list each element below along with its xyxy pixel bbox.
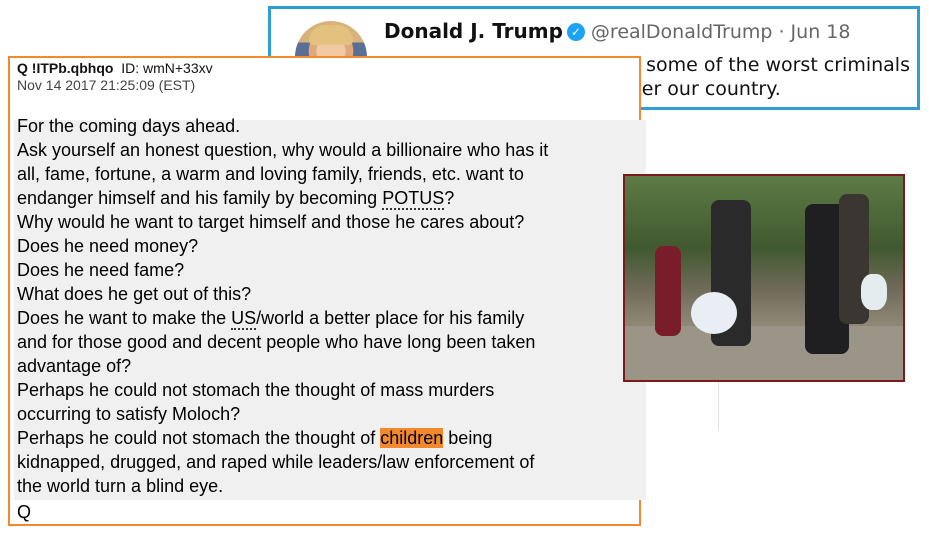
q-post-line: kidnapped, drugged, and raped while lead… [17, 452, 535, 472]
tweet-handle: @realDonaldTrump · Jun 18 [590, 21, 851, 43]
q-post-line: Why would he want to target himself and … [17, 212, 525, 232]
dotted-link: POTUS [382, 188, 445, 210]
q-post-line: Perhaps he could not stomach the thought… [17, 380, 495, 400]
highlighted-word: children [380, 428, 444, 448]
q-post-line: Does he need fame? [17, 260, 185, 280]
q-post-date: Nov 14 2017 21:25:09 (EST) [17, 77, 196, 93]
verified-badge-icon: ✓ [566, 23, 585, 41]
q-post-line: Does he want to make the US/world a bett… [17, 308, 525, 330]
q-post-line: all, fame, fortune, a warm and loving fa… [17, 164, 524, 184]
dotted-link: US [231, 308, 257, 330]
q-post-header: Q !ITPb.qbhqo ID: wmN+33xv Nov 14 2017 2… [17, 60, 213, 94]
divider [718, 382, 719, 430]
q-post-line: What does he get out of this? [17, 284, 252, 304]
q-post-text: For the coming days ahead. Ask yourself a… [17, 114, 643, 498]
q-post-line: Does he need money? [17, 236, 199, 256]
q-post-line: For the coming days ahead. [17, 116, 241, 136]
q-post-line: occurring to satisfy Moloch? [17, 404, 241, 424]
q-post-line: endanger himself and his family by becom… [17, 188, 455, 210]
q-post-id: ID: wmN+33xv [121, 60, 213, 76]
q-post-line: Ask yourself an honest question, why wou… [17, 140, 549, 160]
q-post-signature: Q [17, 502, 32, 522]
q-post-name: Q !ITPb.qbhqo [17, 60, 114, 76]
q-post-line: Perhaps he could not stomach the thought… [17, 428, 493, 448]
q-post-line: advantage of? [17, 356, 132, 376]
q-post-line: the world turn a blind eye. [17, 476, 224, 496]
children-photo [623, 174, 905, 382]
tweet-author-name: Donald J. Trump [384, 19, 563, 43]
q-post-line: and for those good and decent people who… [17, 332, 536, 352]
tweet-author: Donald J. Trump ✓ @realDonaldTrump · Jun 1… [384, 19, 850, 43]
